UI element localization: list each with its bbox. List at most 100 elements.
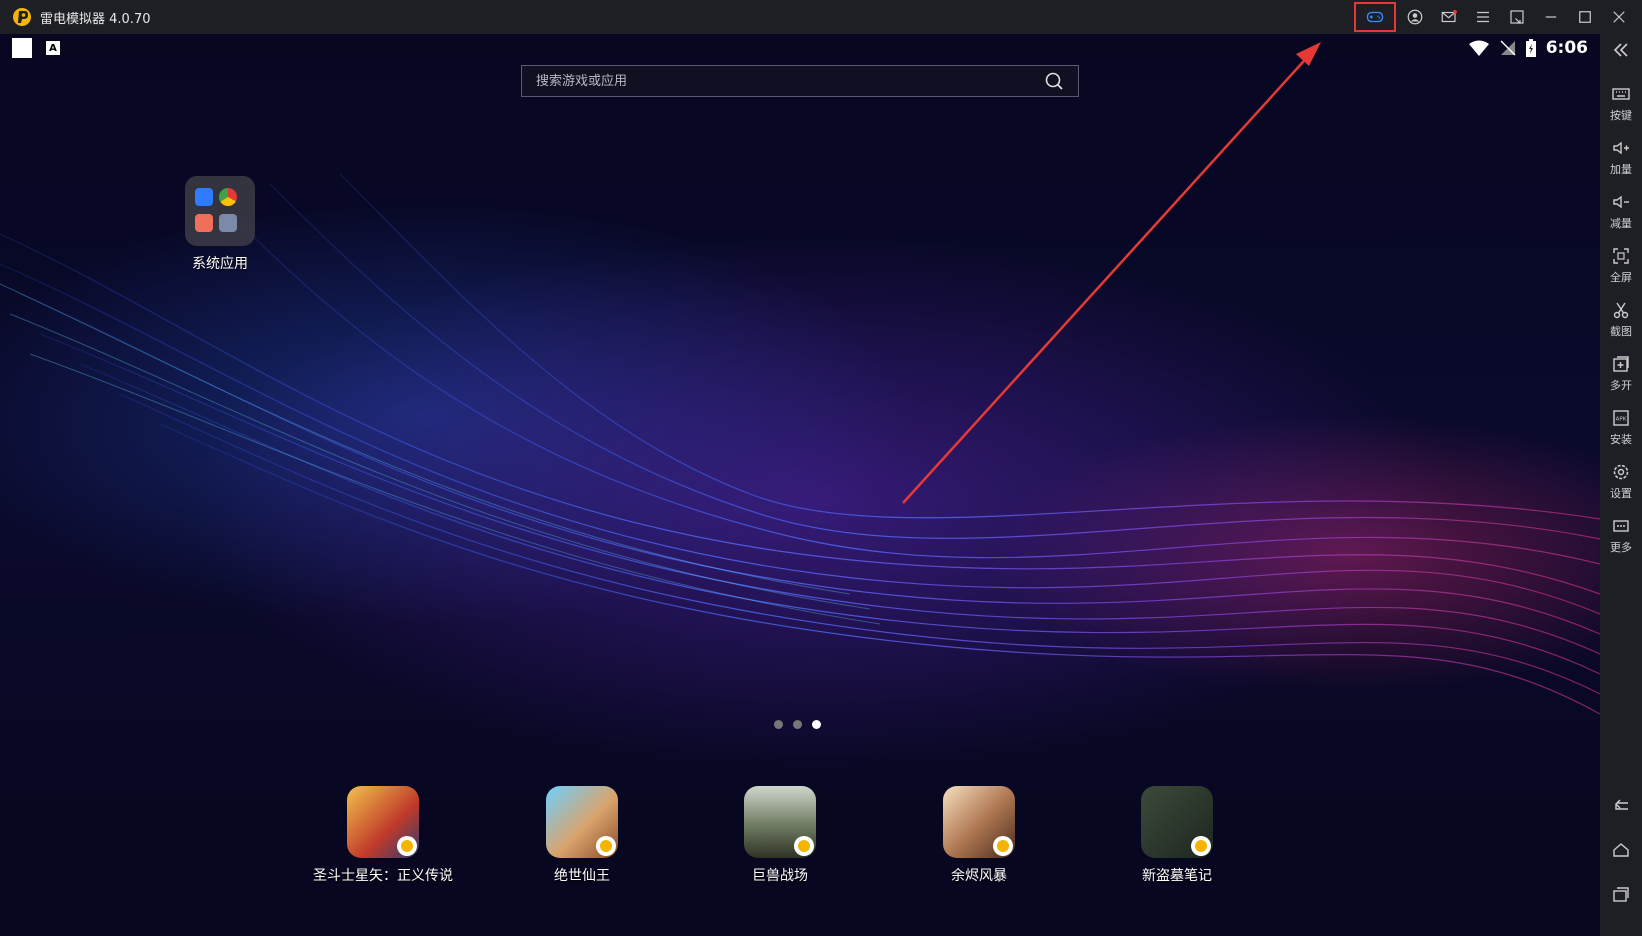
page-dot[interactable] — [774, 720, 783, 729]
status-clock: 6:06 — [1545, 38, 1588, 58]
app-badge-icon — [794, 836, 814, 856]
app-icon — [943, 786, 1015, 858]
sidebar-label: 加量 — [1610, 163, 1632, 176]
app-badge-icon — [596, 836, 616, 856]
sidebar-item-volume-up[interactable]: 加量 — [1600, 138, 1642, 177]
page-dot-active[interactable] — [812, 720, 821, 729]
gamepad-button[interactable] — [1352, 0, 1398, 34]
back-icon — [1615, 799, 1628, 810]
sidebar-label: 按键 — [1610, 109, 1632, 122]
right-sidebar: 按键 加量 减量 全屏 截图 多开 APK 安装 设置 更多 — [1600, 34, 1642, 936]
menu-button[interactable] — [1466, 0, 1500, 34]
window-title: 雷电模拟器 4.0.70 — [40, 11, 151, 27]
sidebar-item-more[interactable]: 更多 — [1600, 516, 1642, 555]
maximize-button[interactable] — [1568, 0, 1602, 34]
sidebar-label: 设置 — [1610, 487, 1632, 500]
dock-app[interactable]: 新盗墓笔记 — [1107, 786, 1247, 885]
android-back-button[interactable] — [1600, 796, 1642, 816]
scissors-icon — [1613, 302, 1629, 319]
sidebar-item-install-apk[interactable]: APK 安装 — [1600, 408, 1642, 447]
app-label: 圣斗士星矢：正义传说 — [313, 868, 453, 884]
minimize-button[interactable] — [1534, 0, 1568, 34]
sidebar-item-volume-down[interactable]: 减量 — [1600, 192, 1642, 231]
no-signal-icon — [1500, 40, 1516, 56]
android-home-button[interactable] — [1600, 840, 1642, 860]
sidebar-label: 多开 — [1610, 379, 1632, 392]
app-icon — [546, 786, 618, 858]
folder-icon — [185, 176, 255, 246]
dock-app[interactable]: 余烬风暴 — [909, 786, 1049, 885]
title-bar-controls — [1352, 0, 1636, 34]
sidebar-item-settings[interactable]: 设置 — [1600, 462, 1642, 501]
sidebar-item-multi-instance[interactable]: 多开 — [1600, 354, 1642, 393]
volume-down-icon — [1613, 195, 1629, 209]
contacts-mini-icon — [219, 214, 237, 232]
multi-instance-icon — [1613, 356, 1629, 372]
svg-text:APK: APK — [1616, 417, 1627, 423]
home-icon — [1613, 843, 1629, 857]
app-label: 余烬风暴 — [951, 868, 1007, 884]
sidebar-label: 更多 — [1610, 541, 1632, 554]
battery-icon — [1525, 39, 1536, 57]
app-label: 巨兽战场 — [752, 868, 808, 884]
maximize-icon — [1579, 11, 1591, 23]
restore-icon — [1510, 10, 1524, 24]
recents-icon — [1613, 887, 1629, 902]
mail-button[interactable] — [1432, 0, 1466, 34]
apk-icon: APK — [1613, 410, 1629, 426]
sidebar-label: 截图 — [1610, 325, 1632, 338]
restore-button[interactable] — [1500, 0, 1534, 34]
gallery-mini-icon — [195, 214, 213, 232]
fullscreen-icon — [1613, 248, 1629, 264]
notification-square-icon — [12, 38, 32, 58]
mail-icon — [1441, 9, 1457, 23]
title-bar: 雷电模拟器 4.0.70 — [0, 0, 1642, 34]
dock-app[interactable]: 巨兽战场 — [710, 786, 850, 885]
sidebar-item-screenshot[interactable]: 截图 — [1600, 300, 1642, 339]
status-bar-right: 6:06 — [1468, 38, 1588, 58]
search-icon[interactable] — [1044, 71, 1064, 91]
sidebar-item-keymap[interactable]: 按键 — [1600, 84, 1642, 123]
keyboard-icon — [1612, 88, 1630, 100]
page-indicator — [774, 720, 821, 729]
keyboard-badge-icon: A — [46, 41, 60, 55]
app-label: 新盗墓笔记 — [1142, 868, 1212, 884]
more-icon — [1613, 520, 1629, 532]
app-badge-icon — [397, 836, 417, 856]
android-recents-button[interactable] — [1600, 884, 1642, 904]
sidebar-label: 全屏 — [1610, 271, 1632, 284]
account-icon — [1407, 9, 1423, 25]
gear-icon — [1613, 464, 1629, 480]
dock-app[interactable]: 绝世仙王 — [512, 786, 652, 885]
close-icon — [1613, 11, 1625, 23]
app-icon — [347, 786, 419, 858]
app-icon — [1141, 786, 1213, 858]
menu-icon — [1477, 11, 1489, 23]
search-bar[interactable] — [521, 65, 1079, 97]
system-apps-folder[interactable]: 系统应用 — [184, 176, 256, 273]
sidebar-label: 减量 — [1610, 217, 1632, 230]
minimize-icon — [1545, 16, 1557, 18]
account-button[interactable] — [1398, 0, 1432, 34]
app-badge-icon — [993, 836, 1013, 856]
browser-mini-icon — [219, 188, 237, 206]
status-bar-left: A — [12, 38, 60, 58]
app-label: 绝世仙王 — [554, 868, 610, 884]
sidebar-label: 安装 — [1610, 433, 1632, 446]
app-icon — [744, 786, 816, 858]
close-button[interactable] — [1602, 0, 1636, 34]
sidebar-item-fullscreen[interactable]: 全屏 — [1600, 246, 1642, 285]
volume-up-icon — [1613, 141, 1629, 155]
settings-mini-icon — [195, 188, 213, 206]
double-chevron-left-icon — [1613, 43, 1628, 57]
app-logo-icon — [13, 8, 31, 26]
folder-label: 系统应用 — [192, 256, 248, 272]
android-screen[interactable]: A 6:06 系统应用 — [0, 34, 1600, 936]
dock-app[interactable]: 圣斗士星矢：正义传说 — [313, 786, 453, 885]
search-input[interactable] — [522, 72, 1044, 90]
wifi-icon — [1468, 40, 1489, 56]
gamepad-icon — [1366, 11, 1384, 23]
page-dot[interactable] — [793, 720, 802, 729]
sidebar-collapse-button[interactable] — [1600, 40, 1642, 60]
app-badge-icon — [1191, 836, 1211, 856]
